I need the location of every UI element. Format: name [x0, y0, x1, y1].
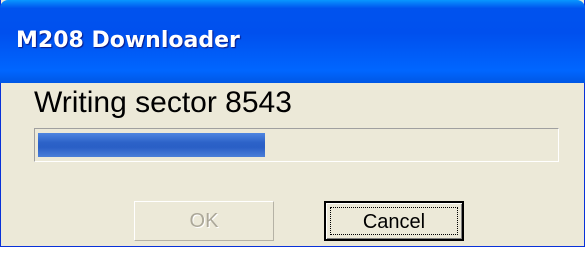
status-message: Writing sector 8543 [34, 86, 292, 119]
cancel-button-label: Cancel [330, 207, 458, 235]
window-title: M208 Downloader [16, 28, 240, 53]
dialog-window: M208 Downloader Writing sector 8543 OK C… [0, 0, 585, 247]
title-bar[interactable]: M208 Downloader [0, 0, 585, 83]
progress-fill [38, 133, 265, 157]
ok-button[interactable]: OK [134, 201, 274, 241]
ok-button-label: OK [189, 210, 219, 232]
cancel-button[interactable]: Cancel [324, 201, 464, 241]
progress-bar [34, 128, 559, 162]
dialog-content: Writing sector 8543 OK Cancel [4, 83, 581, 243]
